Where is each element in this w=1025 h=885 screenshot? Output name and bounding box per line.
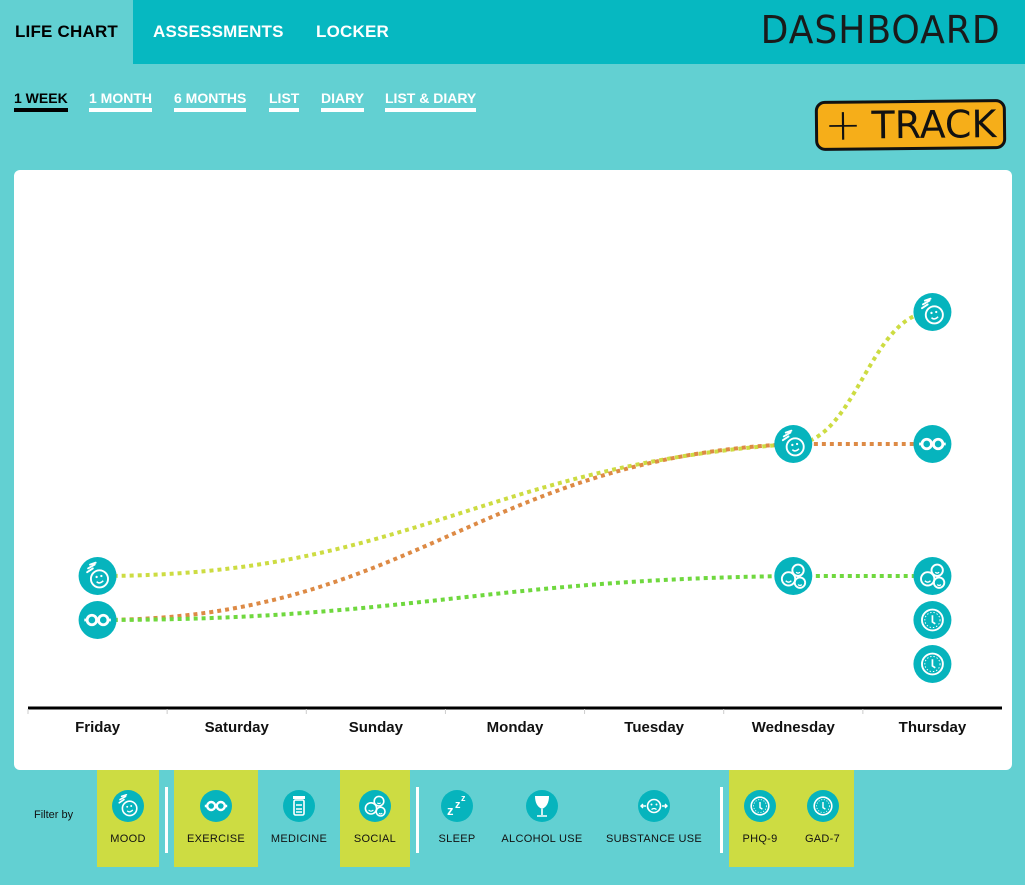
- data-point-mood-thursday[interactable]: [913, 293, 952, 331]
- filter-alcohol-use-label: ALCOHOL USE: [501, 833, 583, 845]
- svg-text:z: z: [461, 793, 466, 803]
- filter-separator: [720, 787, 723, 853]
- data-point-exercise-thursday[interactable]: [913, 425, 952, 463]
- exercise-icon: [200, 790, 232, 822]
- life-chart: Friday Saturday Sunday Monday Tuesday Wednesd…: [27, 293, 1002, 736]
- filter-substance-use[interactable]: SUBSTANCE USE: [604, 770, 704, 867]
- x-tick-label-monday: Monday: [487, 719, 544, 736]
- range-list-and-diary[interactable]: LIST & DIARY: [385, 90, 477, 112]
- sleep-icon: zzz: [441, 790, 473, 822]
- x-tick-label-sunday: Sunday: [349, 719, 404, 736]
- range-1-week[interactable]: 1 WEEK: [14, 90, 68, 112]
- filter-mood-label: MOOD: [110, 833, 146, 845]
- data-point-phq-9-thursday[interactable]: [913, 601, 952, 639]
- filter-gad-7[interactable]: GAD-7: [791, 770, 854, 867]
- data-point-mood-friday[interactable]: [78, 557, 117, 595]
- medicine-icon: [283, 790, 315, 822]
- data-point-social-thursday[interactable]: [913, 557, 952, 595]
- filter-sleep-label: SLEEP: [438, 833, 476, 845]
- x-tick-label-saturday: Saturday: [205, 719, 270, 736]
- filter-social[interactable]: SOCIAL: [340, 770, 410, 867]
- filter-medicine[interactable]: MEDICINE: [262, 770, 336, 867]
- filter-alcohol-use[interactable]: ALCOHOL USE: [500, 770, 584, 867]
- track-button[interactable]: + TRACK: [814, 99, 1007, 151]
- tab-assessments[interactable]: ASSESSMENTS: [153, 0, 284, 64]
- filter-gad-7-label: GAD-7: [804, 833, 841, 845]
- assessment-clock-icon: [806, 790, 839, 822]
- mood-icon: [112, 790, 144, 822]
- filter-bar: Filter by MOOD EXERCISE MEDICINE SOCIAL …: [0, 770, 1025, 885]
- x-tick-label-wednesday: Wednesday: [752, 719, 836, 736]
- range-list[interactable]: LIST: [269, 90, 300, 112]
- alcohol-icon: [526, 790, 558, 822]
- filter-social-label: SOCIAL: [353, 833, 397, 845]
- range-6-months[interactable]: 6 MONTHS: [174, 90, 247, 112]
- filter-medicine-label: MEDICINE: [270, 833, 328, 845]
- filter-separator: [416, 787, 419, 853]
- data-point-exercise-friday[interactable]: [78, 601, 117, 639]
- tab-locker[interactable]: LOCKER: [316, 0, 389, 64]
- range-1-month[interactable]: 1 MONTH: [89, 90, 152, 112]
- data-point-mood-wednesday[interactable]: [774, 425, 813, 463]
- plus-icon: +: [824, 99, 862, 151]
- social-icon: [359, 790, 391, 822]
- filter-phq-9-label: PHQ-9: [742, 833, 778, 845]
- top-nav-bar: LIFE CHART ASSESSMENTS LOCKER DASHBOARD: [0, 0, 1025, 64]
- x-tick-label-thursday: Thursday: [899, 719, 967, 736]
- life-chart-card: Friday Saturday Sunday Monday Tuesday Wednesd…: [14, 170, 1012, 770]
- filter-label: Filter by: [34, 809, 74, 821]
- filter-mood[interactable]: MOOD: [97, 770, 159, 867]
- assessment-clock-icon: [744, 790, 776, 822]
- data-point-gad-7-thursday[interactable]: [913, 645, 952, 683]
- filter-exercise-label: EXERCISE: [186, 833, 246, 845]
- range-diary[interactable]: DIARY: [321, 90, 365, 112]
- filter-phq-9[interactable]: PHQ-9: [729, 770, 791, 867]
- filter-exercise[interactable]: EXERCISE: [174, 770, 258, 867]
- data-point-social-wednesday[interactable]: [774, 557, 813, 595]
- x-tick-label-tuesday: Tuesday: [624, 719, 684, 736]
- filter-sleep[interactable]: zzz SLEEP: [430, 770, 484, 867]
- filter-separator: [165, 787, 168, 853]
- substance-icon: [638, 790, 670, 822]
- tab-life-chart[interactable]: LIFE CHART: [0, 0, 133, 64]
- filter-substance-use-label: SUBSTANCE USE: [606, 833, 702, 845]
- x-tick-label-friday: Friday: [75, 719, 121, 736]
- track-button-label: TRACK: [871, 102, 997, 148]
- svg-text:z: z: [447, 803, 454, 818]
- dashboard-title: DASHBOARD: [761, 8, 1001, 52]
